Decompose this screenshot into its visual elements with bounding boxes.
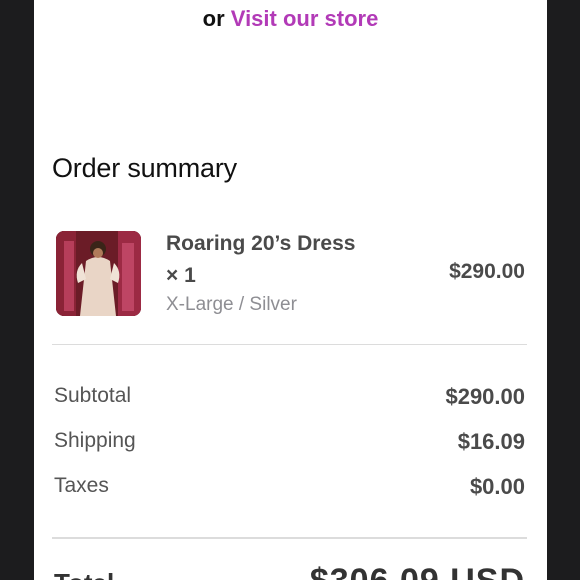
order-summary-title: Order summary xyxy=(52,153,237,183)
checkout-panel: or Visit our store Order summary Roaring… xyxy=(34,0,547,580)
item-name: Roaring 20’s Dress × 1 xyxy=(166,232,356,287)
taxes-label: Taxes xyxy=(54,474,109,497)
total-value: $306.09 USD xyxy=(310,562,525,580)
product-thumbnail xyxy=(56,231,141,316)
subtotal-label: Subtotal xyxy=(54,384,132,407)
totals-divider xyxy=(52,537,527,539)
subtotal-value: $290.00 xyxy=(445,384,525,409)
item-divider xyxy=(52,344,527,345)
shipping-value: $16.09 xyxy=(457,429,525,454)
total-label: Total xyxy=(54,568,114,580)
item-variant: X-Large / Silver xyxy=(166,294,297,315)
taxes-value: $0.00 xyxy=(469,474,525,499)
visit-store-line: or Visit our store xyxy=(34,6,547,32)
visit-store-link[interactable]: Visit our store xyxy=(231,6,379,31)
item-price: $290.00 xyxy=(449,260,525,283)
or-text: or xyxy=(202,6,225,31)
shipping-label: Shipping xyxy=(54,429,136,452)
product-image-icon xyxy=(56,231,141,316)
